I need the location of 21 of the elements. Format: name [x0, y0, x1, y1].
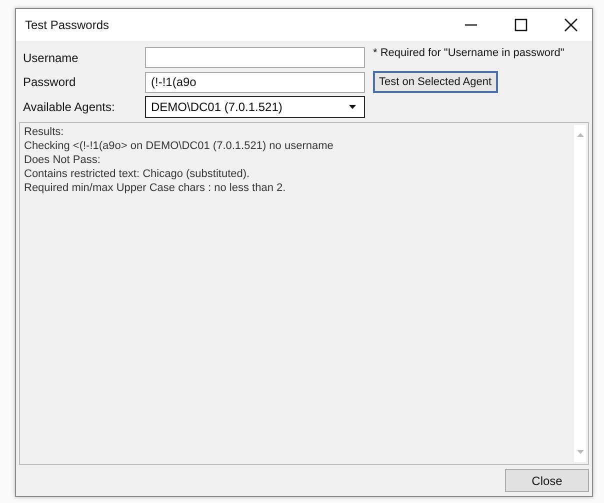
close-button[interactable]: Close: [505, 469, 589, 492]
input-field[interactable]: [145, 47, 365, 68]
result-line: Checking <(!-!1(a9o> on DEMO\DC01 (7.0.1.521) no username: [24, 139, 334, 153]
result-line: Contains restricted text: Chicago (substituted).: [24, 167, 251, 181]
scrollbar[interactable]: [574, 125, 586, 462]
field-label: Available Agents:: [23, 100, 116, 114]
result-line: Does Not Pass:: [24, 153, 102, 167]
field-label: Password: [23, 75, 77, 89]
result-line: Required min/max Upper Case chars : no less than 2.: [24, 181, 287, 195]
close-icon[interactable]: [564, 18, 578, 32]
input-field[interactable]: (!-!1(a9o: [145, 72, 365, 92]
test-button[interactable]: Test on Selected Agent: [373, 71, 498, 93]
scroll-up-icon[interactable]: [576, 133, 584, 137]
scroll-down-icon[interactable]: [576, 450, 584, 454]
maximize-icon[interactable]: [514, 18, 528, 32]
window-title: Test Passwords: [25, 18, 110, 32]
caret-icon: [349, 105, 356, 109]
field-label: Username: [23, 50, 80, 64]
result-line: Results:: [24, 125, 65, 139]
agent-dropdown[interactable]: DEMO\DC01 (7.0.1.521): [145, 96, 365, 118]
required-note: * Required for "Username in password": [373, 47, 566, 59]
